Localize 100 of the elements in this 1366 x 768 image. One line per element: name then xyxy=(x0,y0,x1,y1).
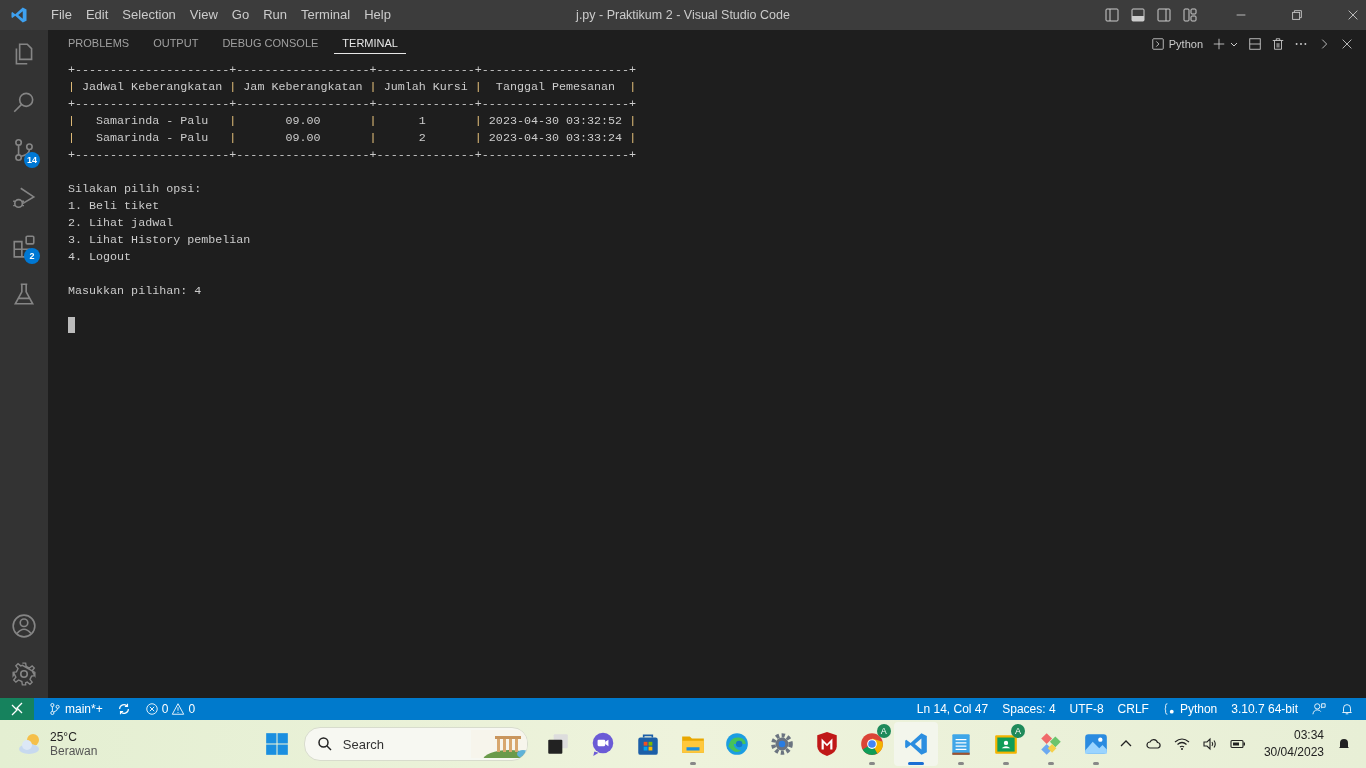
weather-condition: Berawan xyxy=(50,744,98,758)
account-badge: A xyxy=(876,724,891,738)
run-debug-icon[interactable] xyxy=(11,185,37,211)
layout-panel-icon[interactable] xyxy=(1130,7,1146,23)
status-item[interactable]: CRLF xyxy=(1117,702,1149,716)
terminal-text: Silakan pilih opsi: xyxy=(68,181,202,198)
window-title: j.py - Praktikum 2 - Visual Studio Code xyxy=(574,8,791,22)
layout-sidebar-right-icon[interactable] xyxy=(1156,7,1172,23)
photos-icon[interactable] xyxy=(1082,731,1109,757)
sync-icon[interactable] xyxy=(116,702,131,716)
problems-status[interactable]: 0 0 xyxy=(144,702,196,716)
terminal-text: Tanggal Pemesanan xyxy=(494,79,617,96)
count-badge: 14 xyxy=(24,152,40,168)
cloud-icon[interactable] xyxy=(1145,736,1162,752)
status-item[interactable]: 3.10.7 64-bit xyxy=(1231,702,1298,716)
table-border: | xyxy=(229,79,237,96)
vscode-icon[interactable] xyxy=(903,731,930,757)
extensions-icon[interactable] xyxy=(11,233,37,259)
table-border: | xyxy=(68,79,75,96)
panel-tab[interactable]: OUTPUT xyxy=(145,33,207,54)
terminal-text: 09.00 xyxy=(284,113,322,130)
taskbar-search-bar[interactable]: Search xyxy=(303,727,528,761)
close-icon[interactable] xyxy=(1346,8,1360,22)
restore-icon[interactable] xyxy=(1290,8,1304,22)
table-border: | xyxy=(229,113,237,130)
account-badge: A xyxy=(1011,724,1025,738)
menu-item[interactable]: File xyxy=(44,0,79,30)
table-border: | xyxy=(629,113,637,130)
settings-icon[interactable] xyxy=(11,661,37,687)
search-field[interactable]: Search xyxy=(340,735,455,753)
table-border: | xyxy=(369,79,377,96)
table-border: | xyxy=(474,113,482,130)
layout-grid-icon[interactable] xyxy=(1182,7,1198,23)
panel-tab[interactable]: TERMINAL xyxy=(334,33,406,54)
branch-status[interactable]: main*+ xyxy=(48,702,103,716)
terminal-icon xyxy=(1150,36,1165,51)
flask-icon[interactable] xyxy=(11,281,37,307)
edge-icon[interactable] xyxy=(724,731,751,757)
menu-item[interactable]: View xyxy=(182,0,225,30)
trash-icon[interactable] xyxy=(1271,36,1285,51)
remote-icon[interactable] xyxy=(0,698,34,720)
terminal-text: 3. Lihat History pembelian xyxy=(68,232,251,249)
error-icon xyxy=(144,702,159,716)
terminal-text: +----------------------+-------------------+--------------+---------------------+ xyxy=(68,147,637,164)
terminal-text: Jumlah Kursi xyxy=(382,79,469,96)
terminal-text: 09.00 xyxy=(284,130,322,147)
temperature: 25°C xyxy=(50,730,78,744)
terminal-text: 2. Lihat jadwal xyxy=(68,215,174,232)
terminal-text: +----------------------+-------------------+--------------+---------------------+ xyxy=(68,62,637,79)
terminal-text: 2023-04-30 03:33:24 xyxy=(487,130,624,147)
warning-icon xyxy=(171,702,186,716)
table-border: | xyxy=(229,130,237,147)
terminal-text: +----------------------+-------------------+--------------+---------------------+ xyxy=(68,96,637,113)
table-border: | xyxy=(369,113,377,130)
terminal-text: 1. Beli tiket xyxy=(68,198,160,215)
menu-item[interactable]: Go xyxy=(224,0,257,30)
terminal-text: 2023-04-30 03:32:52 xyxy=(487,113,624,130)
status-item[interactable]: Python xyxy=(1162,702,1218,716)
table-border: | xyxy=(68,113,75,130)
menu-item[interactable]: Selection xyxy=(115,0,183,30)
table-border: | xyxy=(629,79,637,96)
wifi-icon[interactable] xyxy=(1173,736,1190,752)
menu-item[interactable]: Help xyxy=(357,0,398,30)
clock-date[interactable]: 30/04/2023 xyxy=(1263,744,1324,761)
feedback-icon[interactable] xyxy=(1312,702,1326,716)
status-item[interactable]: Spaces: 4 xyxy=(1002,702,1056,716)
split-icon[interactable] xyxy=(1248,36,1262,51)
clock-time[interactable]: 03:34 xyxy=(1293,727,1324,744)
table-border: | xyxy=(474,130,482,147)
table-border: | xyxy=(474,79,482,96)
menu-item[interactable]: Edit xyxy=(78,0,116,30)
terminal-text: Samarinda - Palu xyxy=(95,113,210,130)
terminal-text: 4. Logout xyxy=(68,249,132,266)
menu-item[interactable]: Run xyxy=(256,0,294,30)
start-icon[interactable] xyxy=(263,731,290,757)
speaker-icon[interactable] xyxy=(1201,736,1218,752)
terminal-text: Jam Keberangkatan xyxy=(242,79,364,96)
terminal-text: 1 xyxy=(417,113,427,130)
braces-icon xyxy=(1162,702,1177,716)
terminal-profile-button[interactable]: Python xyxy=(1150,36,1203,51)
branch-icon xyxy=(48,702,62,716)
vscode-logo-icon xyxy=(10,6,28,24)
panel-tab[interactable]: PROBLEMS xyxy=(60,33,138,54)
count-badge: 2 xyxy=(24,248,40,264)
account-icon[interactable] xyxy=(11,613,37,639)
terminal-text: 2 xyxy=(417,130,427,147)
terminal-text: Jadwal Keberangkatan xyxy=(81,79,224,96)
text-cursor xyxy=(68,317,75,333)
panel-tab[interactable]: DEBUG CONSOLE xyxy=(214,33,327,54)
table-border: | xyxy=(369,130,377,147)
menu-item[interactable]: Terminal xyxy=(294,0,358,30)
table-border: | xyxy=(68,130,75,147)
gear-icon[interactable] xyxy=(769,731,796,757)
table-border: | xyxy=(629,130,637,147)
status-item[interactable]: Ln 14, Col 47 xyxy=(916,702,989,716)
status-item[interactable]: UTF-8 xyxy=(1069,702,1104,716)
terminal-text: Samarinda - Palu xyxy=(95,130,210,147)
layout-sidebar-icon[interactable] xyxy=(1104,7,1120,23)
search-icon xyxy=(316,736,333,752)
terminal-text: Masukkan pilihan: 4 xyxy=(68,283,202,300)
